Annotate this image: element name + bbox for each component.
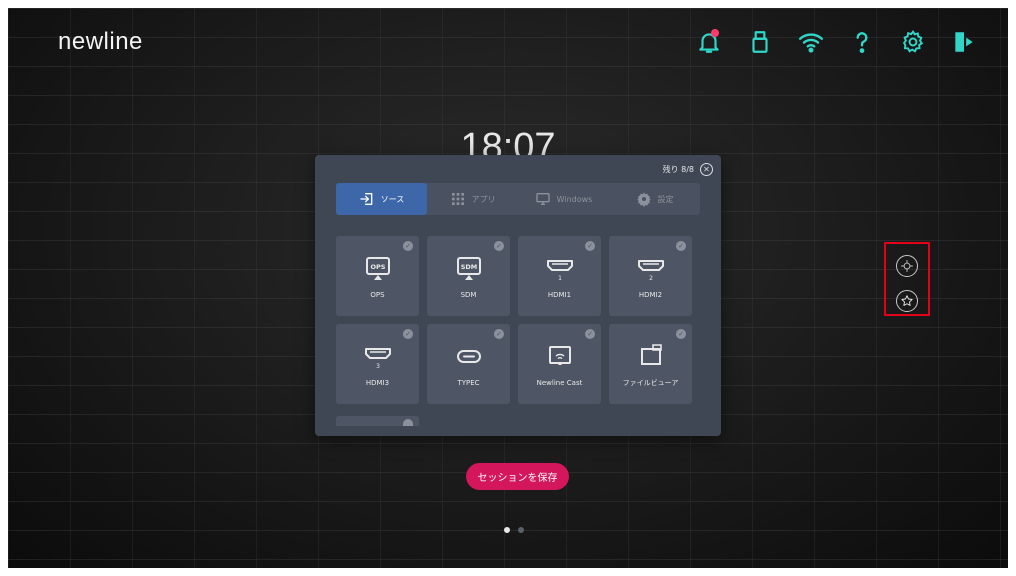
- page-dot-2[interactable]: [518, 527, 524, 533]
- hdmi-icon: 1: [546, 260, 573, 282]
- source-tile-typec[interactable]: ✓ TYPEC: [427, 324, 510, 404]
- crosshair-target-icon[interactable]: [896, 255, 918, 277]
- tab-label: 設定: [657, 194, 674, 204]
- source-tile-hdmi2[interactable]: ✓ 2 HDMI2: [609, 236, 692, 316]
- hdmi-icon: 3: [364, 348, 391, 370]
- monitor-icon: [535, 193, 550, 205]
- check-icon: ✓: [676, 329, 686, 339]
- cast-icon: [548, 346, 571, 365]
- check-icon: ✓: [403, 329, 413, 339]
- source-tile-newline-cast[interactable]: ✓ Newline Cast: [518, 324, 601, 404]
- tab-label: アプリ: [471, 194, 496, 204]
- brand-logo: newline: [58, 28, 143, 55]
- source-input-icon: [360, 193, 373, 205]
- source-tile-hdmi3[interactable]: ✓ 3 HDMI3: [336, 324, 419, 404]
- check-icon: [403, 419, 413, 426]
- help-icon[interactable]: [846, 26, 878, 58]
- tile-label: SDM: [460, 291, 477, 299]
- tab-source[interactable]: ソース: [336, 183, 427, 215]
- notification-dot: [711, 29, 719, 37]
- usb-drive-icon[interactable]: [744, 26, 776, 58]
- check-icon: ✓: [676, 241, 686, 251]
- tab-label: ソース: [380, 194, 405, 204]
- tab-settings[interactable]: 設定: [609, 183, 700, 215]
- check-icon: ✓: [585, 329, 595, 339]
- sdm-badge: SDM: [460, 263, 477, 271]
- tile-label: HDMI1: [547, 291, 572, 299]
- wifi-icon[interactable]: [795, 26, 827, 58]
- source-grid: ✓ OPS OPS ✓ SDM SDM ✓ 1 HDMI1 ✓ 2 HDMI2 …: [336, 236, 700, 404]
- system-toolbar: [693, 26, 980, 58]
- tab-apps[interactable]: アプリ: [427, 183, 518, 215]
- source-tile-hdmi1[interactable]: ✓ 1 HDMI1: [518, 236, 601, 316]
- ops-icon: OPS: [365, 257, 390, 280]
- check-icon: ✓: [403, 241, 413, 251]
- check-icon: ✓: [494, 329, 504, 339]
- tile-label: ファイルビューア: [622, 379, 679, 387]
- settings-gear-icon[interactable]: [897, 26, 929, 58]
- exit-icon[interactable]: [948, 26, 980, 58]
- source-tile-file-viewer[interactable]: ✓ ファイルビューア: [609, 324, 692, 404]
- panel-header: 残り 8/8 ✕: [663, 163, 713, 176]
- close-icon[interactable]: ✕: [700, 163, 713, 176]
- tile-label: HDMI2: [638, 291, 663, 299]
- home-screen: newline 18:07 残り 8/8 ✕ ソース アプリ Windows 設…: [8, 8, 1008, 568]
- panel-tabs: ソース アプリ Windows 設定: [336, 183, 700, 215]
- tab-windows[interactable]: Windows: [518, 183, 609, 215]
- source-tile-partial[interactable]: [336, 416, 419, 426]
- check-icon: ✓: [585, 241, 595, 251]
- remaining-count: 残り 8/8: [662, 165, 694, 174]
- tile-label: OPS: [370, 291, 385, 299]
- page-dot-1[interactable]: [504, 527, 510, 533]
- hdmi-number: 3: [376, 363, 380, 370]
- check-icon: ✓: [494, 241, 504, 251]
- tile-label: Newline Cast: [536, 379, 583, 387]
- hdmi-icon: 2: [637, 260, 664, 282]
- save-session-button[interactable]: セッションを保存: [466, 463, 569, 490]
- page-indicator: [504, 527, 524, 533]
- hdmi-number: 2: [649, 275, 653, 282]
- sdm-icon: SDM: [456, 257, 481, 280]
- hdmi-number: 1: [558, 275, 562, 282]
- source-tile-sdm[interactable]: ✓ SDM SDM: [427, 236, 510, 316]
- tile-label: HDMI3: [365, 379, 390, 387]
- ops-badge: OPS: [370, 263, 385, 271]
- favorite-star-icon[interactable]: [896, 290, 918, 312]
- source-panel: 残り 8/8 ✕ ソース アプリ Windows 設定 ✓ OPS OPS ✓ …: [315, 155, 721, 436]
- tile-label: TYPEC: [457, 379, 480, 387]
- tab-label: Windows: [556, 194, 593, 204]
- usb-c-icon: [456, 350, 481, 363]
- file-viewer-icon: [640, 344, 662, 365]
- settings-gear-icon: [636, 192, 651, 207]
- notification-bell-icon[interactable]: [693, 26, 725, 58]
- apps-grid-icon: [451, 193, 464, 205]
- source-tile-ops[interactable]: ✓ OPS OPS: [336, 236, 419, 316]
